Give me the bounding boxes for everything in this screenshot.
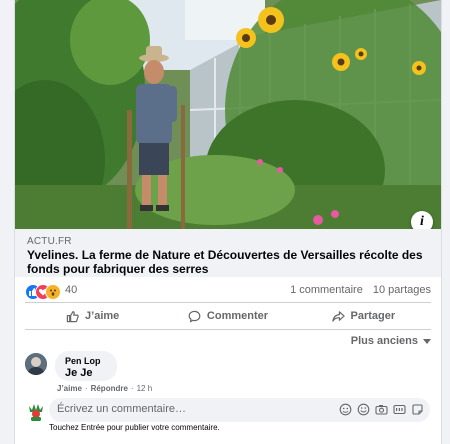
like-button[interactable]: J’aime: [25, 304, 160, 328]
caret-down-icon: [423, 338, 431, 344]
engagement-counts: 1 commentaire 10 partages: [290, 284, 431, 296]
comment-input[interactable]: Écrivez un commentaire…: [49, 398, 430, 422]
composer-tools: [339, 403, 424, 416]
link-headline[interactable]: Yvelines. La ferme de Nature et Découver…: [27, 248, 432, 276]
comment-input-placeholder: Écrivez un commentaire…: [57, 403, 186, 415]
gif-icon[interactable]: [393, 403, 406, 416]
garden-photo: [15, 0, 441, 229]
composer-hint: Touchez Entrée pour publier votre commen…: [49, 423, 220, 432]
comment-button[interactable]: Commenter: [160, 304, 295, 328]
comment-author[interactable]: Pen Lop: [65, 356, 101, 366]
info-icon[interactable]: i: [411, 211, 433, 229]
post-stats: 40 1 commentaire 10 partages: [15, 281, 441, 301]
like-button-label: J’aime: [85, 310, 120, 322]
emoji-icon[interactable]: [357, 403, 370, 416]
comment-text: Je Je: [65, 367, 93, 379]
separator-dot: ·: [84, 384, 88, 393]
link-domain: ACTU.FR: [27, 236, 72, 247]
link-preview-caption[interactable]: ACTU.FR Yvelines. La ferme de Nature et …: [15, 229, 441, 277]
separator-dot: ·: [130, 384, 134, 393]
comment-sort-label: Plus anciens: [350, 335, 418, 347]
comment-count[interactable]: 1 commentaire: [290, 284, 363, 296]
wow-reaction-icon: [45, 284, 61, 300]
comment-time[interactable]: 12 h: [137, 384, 153, 393]
comment-icon: [188, 310, 201, 323]
share-icon: [331, 310, 345, 322]
camera-icon[interactable]: [375, 403, 388, 416]
comment-actions: J’aime · Répondre · 12 h: [57, 384, 152, 393]
comment-sort-dropdown[interactable]: Plus anciens: [351, 335, 431, 347]
divider: [25, 329, 431, 330]
comment-author-avatar[interactable]: [25, 353, 47, 375]
post-link-image[interactable]: i: [15, 0, 441, 229]
avatar-cartoon: [25, 400, 47, 422]
share-button-label: Partager: [350, 310, 396, 322]
current-user-avatar[interactable]: [25, 400, 47, 422]
share-button[interactable]: Partager: [296, 304, 431, 328]
avatar-sticker-icon[interactable]: [339, 403, 352, 416]
avatar-photo: [25, 353, 47, 375]
comment-bubble: Pen Lop Je Je: [55, 351, 117, 381]
thumbs-up-icon: [66, 310, 79, 322]
divider: [25, 302, 431, 303]
comment-button-label: Commenter: [206, 310, 269, 322]
post-card: i ACTU.FR Yvelines. La ferme de Nature e…: [14, 0, 442, 444]
post-actions: J’aime Commenter Partager: [25, 304, 431, 328]
share-count[interactable]: 10 partages: [373, 284, 431, 296]
reaction-count[interactable]: 40: [65, 284, 77, 296]
comment-reply-link[interactable]: Répondre: [91, 384, 128, 393]
comment-like-link[interactable]: J’aime: [57, 384, 82, 393]
sticker-icon[interactable]: [411, 403, 424, 416]
